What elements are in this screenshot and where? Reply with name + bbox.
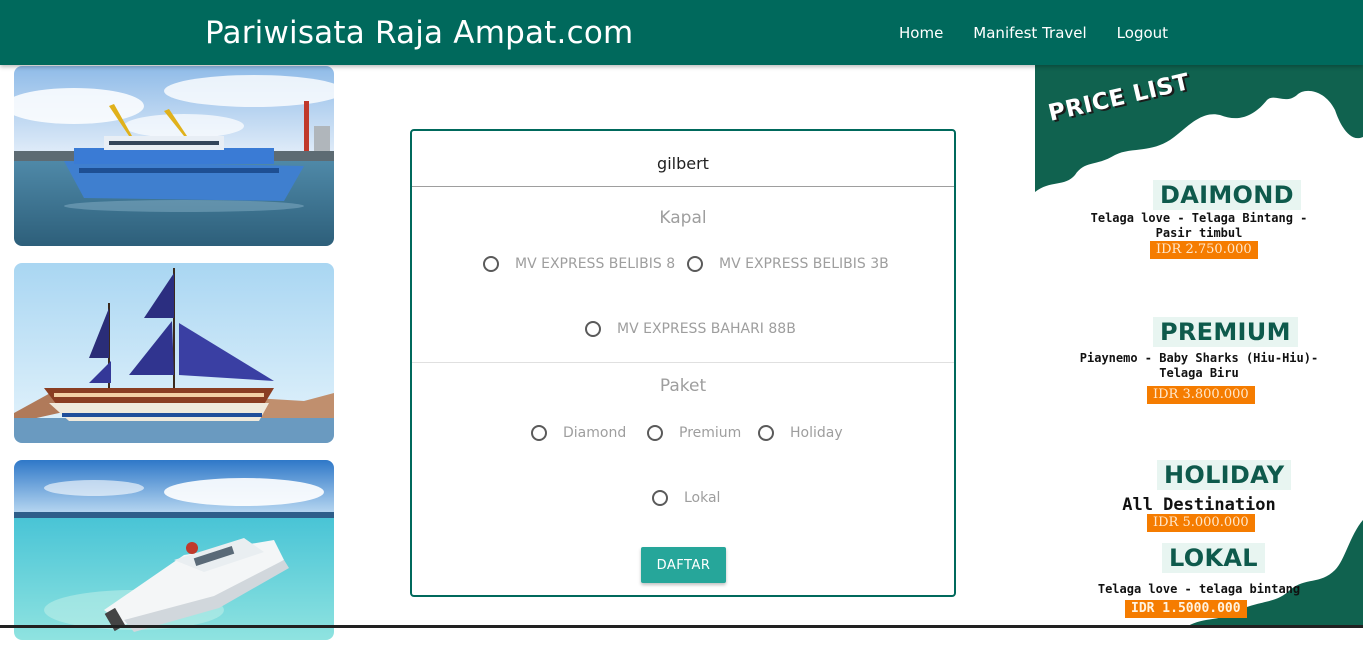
nav-link-manifest-travel[interactable]: Manifest Travel	[973, 24, 1086, 42]
photo-gallery	[14, 66, 334, 657]
package-name-holiday: HOLIDAY	[1157, 460, 1292, 490]
package-price: IDR 3.800.000	[1147, 386, 1255, 404]
radio-paket-lokal[interactable]: Lokal	[652, 490, 720, 506]
radio-label: Holiday	[790, 425, 843, 441]
radio-circle[interactable]	[483, 256, 499, 272]
kapal-heading: Kapal	[659, 208, 707, 228]
sailboat-photo	[14, 263, 334, 443]
package-destination: All Destination	[1122, 495, 1276, 515]
package-destination: Telaga love - Telaga Bintang -	[1090, 211, 1308, 225]
package-destination: Piaynemo - Baby Sharks (Hiu-Hiu)-	[1079, 351, 1319, 365]
radio-label: MV EXPRESS BAHARI 88B	[617, 321, 796, 337]
package-name-daimond: DAIMOND	[1153, 180, 1301, 210]
radio-kapal-belibis-8[interactable]: MV EXPRESS BELIBIS 8	[483, 256, 675, 272]
speedboat-photo	[14, 460, 334, 640]
package-price: IDR 5.000.000	[1147, 514, 1255, 532]
navbar: Pariwisata Raja Ampat.com Home Manifest …	[0, 0, 1363, 65]
radio-paket-holiday[interactable]: Holiday	[758, 425, 843, 441]
radio-circle[interactable]	[652, 490, 668, 506]
package-price: IDR 1.5000.000	[1125, 600, 1247, 618]
nav-link-logout[interactable]: Logout	[1117, 24, 1168, 42]
package-destination: Telaga love - telaga bintang	[1097, 582, 1301, 596]
radio-label: MV EXPRESS BELIBIS 3B	[719, 256, 889, 272]
radio-circle[interactable]	[687, 256, 703, 272]
radio-kapal-bahari-88b[interactable]: MV EXPRESS BAHARI 88B	[585, 321, 796, 337]
radio-circle[interactable]	[585, 321, 601, 337]
package-price: IDR 2.750.000	[1150, 241, 1258, 259]
package-name-lokal: LOKAL	[1162, 543, 1265, 573]
package-destination: Pasir timbul	[1155, 226, 1243, 240]
radio-label: Premium	[679, 425, 742, 441]
radio-circle[interactable]	[758, 425, 774, 441]
package-name-premium: PREMIUM	[1153, 317, 1298, 347]
name-input[interactable]	[412, 141, 954, 187]
radio-label: MV EXPRESS BELIBIS 8	[515, 256, 676, 272]
paket-heading: Paket	[659, 376, 707, 396]
price-list-panel: PRICE LIST DAIMOND Telaga love - Telaga …	[1035, 65, 1363, 628]
nav-link-home[interactable]: Home	[899, 24, 943, 42]
package-destination: Telaga Biru	[1159, 366, 1239, 380]
daftar-button[interactable]: DAFTAR	[641, 547, 726, 583]
brand-logo[interactable]: Pariwisata Raja Ampat.com	[205, 15, 633, 51]
nav-links: Home Manifest Travel Logout	[899, 24, 1198, 42]
ferry-photo	[14, 66, 334, 246]
radio-circle[interactable]	[647, 425, 663, 441]
radio-circle[interactable]	[531, 425, 547, 441]
radio-label: Lokal	[684, 490, 721, 506]
registration-form: Kapal MV EXPRESS BELIBIS 8 MV EXPRESS BE…	[410, 129, 956, 597]
radio-paket-premium[interactable]: Premium	[647, 425, 741, 441]
radio-label: Diamond	[563, 425, 627, 441]
radio-paket-diamond[interactable]: Diamond	[531, 425, 626, 441]
section-divider	[412, 362, 954, 363]
radio-kapal-belibis-3b[interactable]: MV EXPRESS BELIBIS 3B	[687, 256, 889, 272]
